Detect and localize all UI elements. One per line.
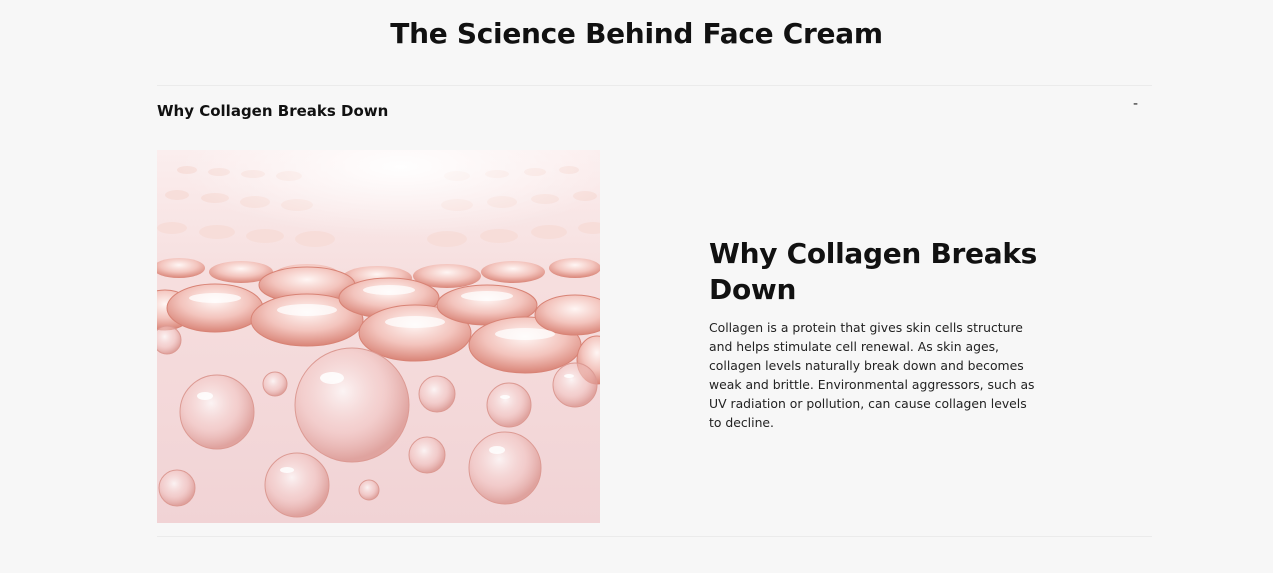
accordion-header[interactable]: Why Collagen Breaks Down - (157, 96, 1152, 124)
accordion-item-title[interactable]: Why Collagen Breaks Down (157, 102, 388, 120)
content-panel: Why Collagen Breaks Down Collagen is a p… (709, 236, 1039, 432)
section-divider-bottom (157, 536, 1152, 537)
content-body-text: Collagen is a protein that gives skin ce… (709, 320, 1035, 430)
collapse-toggle-icon[interactable]: - (1133, 96, 1138, 112)
collagen-bubbles-image (157, 150, 600, 523)
section-divider-top (157, 85, 1152, 86)
page-title: The Science Behind Face Cream (390, 17, 883, 50)
content-heading: Why Collagen Breaks Down (709, 237, 1038, 306)
